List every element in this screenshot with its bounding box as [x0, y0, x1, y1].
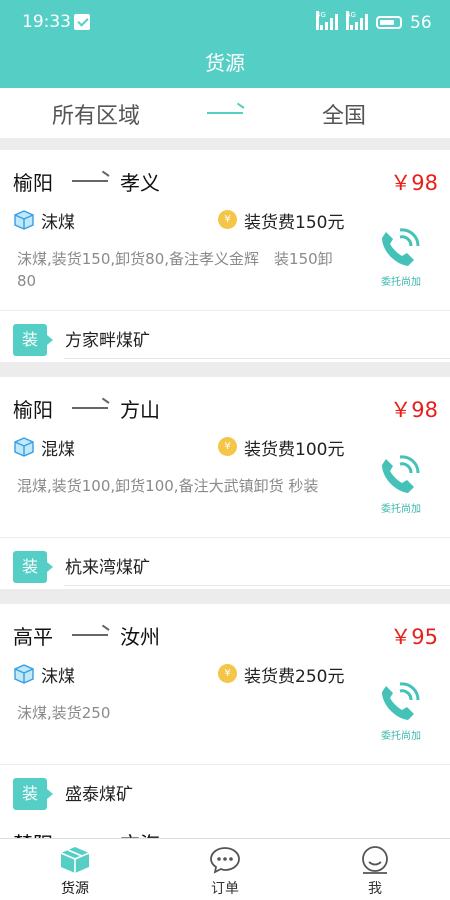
coin-icon: ¥: [218, 210, 237, 229]
tab-label: 我: [368, 881, 382, 897]
price: ￥98: [390, 398, 438, 422]
call-button-label: 委托尚加: [381, 277, 421, 288]
divider: [0, 764, 450, 765]
cargo-type: 沫煤: [41, 667, 75, 687]
loading-fee: 装货费150元: [244, 213, 345, 233]
arrow-right-icon: [72, 634, 108, 636]
status-time: 19:33: [22, 12, 71, 32]
tab-label: 货源: [61, 881, 89, 897]
page-title: 货源: [0, 46, 450, 88]
route-from: 高平: [13, 625, 53, 649]
loading-fee: 装货费250元: [244, 667, 345, 687]
status-bar: 19:33 4G 4G 56: [0, 0, 450, 46]
price: ￥95: [390, 625, 438, 649]
network-type-label-2: 4G: [346, 11, 356, 30]
load-tag: 装: [13, 551, 53, 583]
phone-icon: [382, 682, 420, 720]
cargo-type: 沫煤: [41, 213, 75, 233]
tab-cargo[interactable]: 货源: [35, 845, 115, 899]
cargo-note: 混煤,装货100,卸货100,备注大武镇卸货 秒装: [17, 477, 319, 495]
box-icon: [60, 847, 90, 873]
box-icon: [14, 437, 34, 457]
price: ￥98: [390, 171, 438, 195]
call-button-label: 委托尚加: [381, 504, 421, 515]
divider: [0, 310, 450, 311]
tab-label: 订单: [211, 881, 239, 897]
face-icon: [362, 846, 388, 874]
coin-icon: ¥: [218, 664, 237, 683]
cargo-note: 沫煤,装货250: [17, 704, 111, 722]
coin-icon: ¥: [218, 437, 237, 456]
arrow-right-icon: [72, 180, 108, 182]
box-icon: [14, 210, 34, 230]
loading-mine: 杭来湾煤矿: [65, 558, 150, 578]
signal-icon: 4G: [316, 11, 338, 30]
tab-orders[interactable]: 订单: [185, 845, 265, 899]
chat-icon: [210, 847, 240, 874]
battery-level: 56: [410, 13, 432, 33]
arrow-right-icon: [72, 407, 108, 409]
load-tag: 装: [13, 778, 53, 810]
call-button[interactable]: 委托尚加: [376, 678, 426, 746]
loading-fee: 装货费100元: [244, 440, 345, 460]
cargo-note: 沫煤,装货150,卸货80,备注孝义金辉 装150卸80: [17, 250, 333, 290]
call-button-label: 委托尚加: [381, 731, 421, 742]
network-type-label: 4G: [316, 11, 326, 30]
bottom-tab-bar: 货源 订单 我: [0, 838, 450, 900]
call-button[interactable]: 委托尚加: [376, 224, 426, 292]
signal-icon-2: 4G: [346, 11, 368, 30]
sim-notification-icon: [74, 14, 90, 30]
cargo-card[interactable]: 榆阳 方山 ￥98 混煤 ¥ 装货费100元 混煤,装货100,卸货100,备注…: [0, 377, 450, 589]
box-icon: [14, 664, 34, 684]
divider: [0, 537, 450, 538]
load-tag: 装: [13, 324, 53, 356]
cargo-card[interactable]: 榆阳 孝义 ￥98 沫煤 ¥ 装货费150元 沫煤,装货150,卸货80,备注孝…: [0, 150, 450, 362]
region-filter: 所有区域 全国: [0, 88, 450, 138]
route-to: 方山: [120, 398, 160, 422]
arrow-right-icon: [207, 112, 243, 114]
filter-from-region[interactable]: 所有区域: [52, 98, 140, 130]
route-from: 榆阳: [13, 171, 53, 195]
route-from: 榆阳: [13, 398, 53, 422]
phone-icon: [382, 455, 420, 493]
cargo-card-partial[interactable]: 楚阳 方海: [0, 810, 450, 840]
phone-icon: [382, 228, 420, 266]
cargo-card[interactable]: 高平 汝州 ￥95 沫煤 ¥ 装货费250元 沫煤,装货250 委托尚加 装 盛…: [0, 604, 450, 816]
call-button[interactable]: 委托尚加: [376, 451, 426, 519]
filter-to-region[interactable]: 全国: [322, 98, 366, 130]
divider: [64, 358, 450, 359]
loading-mine: 方家畔煤矿: [65, 331, 150, 351]
cargo-type: 混煤: [41, 440, 75, 460]
divider: [64, 585, 450, 586]
route-to: 孝义: [120, 171, 160, 195]
tab-me[interactable]: 我: [335, 845, 415, 899]
battery-icon: [376, 16, 402, 29]
loading-mine: 盛泰煤矿: [65, 785, 133, 805]
route-to: 汝州: [120, 625, 160, 649]
